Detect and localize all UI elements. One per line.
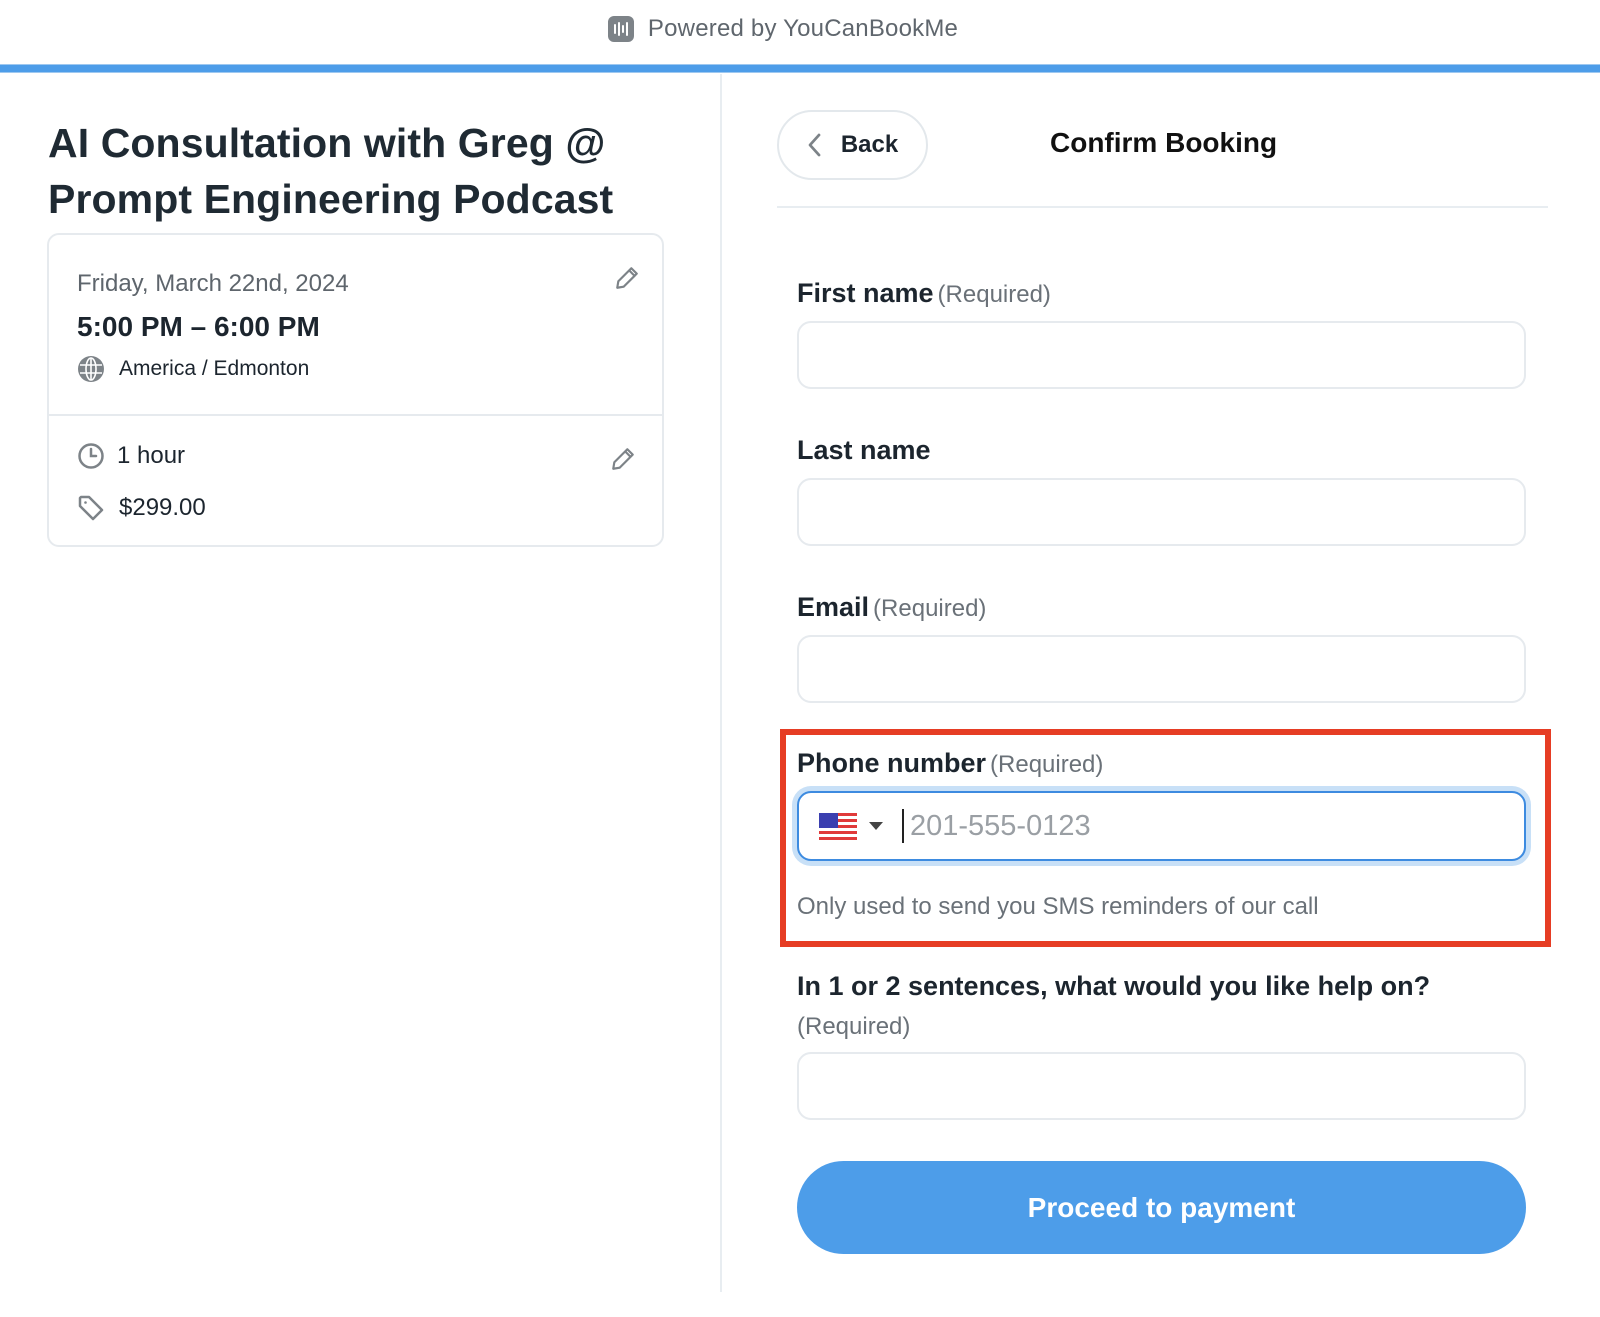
back-button[interactable]: Back [777, 110, 928, 180]
required-note: (Required) [990, 751, 1104, 778]
help-question-label-text: In 1 or 2 sentences, what would you like… [797, 971, 1431, 1001]
booking-summary-card: Friday, March 22nd, 2024 5:00 PM – 6:00 … [47, 233, 664, 547]
text-cursor [902, 809, 904, 843]
first-name-label: First name (Required) [797, 278, 1051, 309]
email-label-text: Email [797, 592, 870, 622]
pencil-icon[interactable] [614, 265, 640, 291]
globe-icon [78, 356, 104, 382]
proceed-to-payment-button[interactable]: Proceed to payment [797, 1161, 1526, 1254]
timezone-row: America / Edmonton [77, 355, 309, 383]
timezone-text: America / Edmonton [119, 357, 310, 380]
clock-icon [78, 443, 104, 469]
last-name-label: Last name [797, 435, 931, 466]
last-name-input[interactable] [797, 478, 1526, 546]
phone-label-text: Phone number [797, 748, 987, 778]
powered-by[interactable]: Powered by YouCanBookMe [607, 15, 959, 43]
page-title: Confirm Booking [1050, 127, 1278, 158]
email-label: Email (Required) [797, 592, 986, 623]
powered-by-text: Powered by YouCanBookMe [647, 15, 959, 42]
required-note: (Required) [937, 281, 1051, 308]
phone-label: Phone number (Required) [797, 748, 1103, 779]
top-bar: Powered by YouCanBookMe [0, 0, 1600, 64]
first-name-input[interactable] [797, 321, 1526, 389]
header-divider [777, 206, 1548, 208]
booking-time-range: 5:00 PM – 6:00 PM [77, 311, 320, 342]
event-title: AI Consultation with Greg @ Prompt Engin… [48, 120, 614, 222]
phone-help-text: Only used to send you SMS reminders of o… [797, 893, 1319, 920]
back-label: Back [840, 131, 899, 158]
panel-divider [720, 74, 722, 1292]
phone-field[interactable] [797, 791, 1526, 861]
youcanbookme-logo-icon [607, 16, 634, 42]
price-row: $299.00 [77, 494, 206, 522]
help-question-input[interactable] [797, 1052, 1526, 1120]
price-text: $299.00 [119, 494, 206, 521]
required-note: (Required) [797, 1013, 911, 1040]
phone-input[interactable] [910, 809, 1470, 843]
duration-text: 1 hour [117, 442, 186, 469]
booking-date: Friday, March 22nd, 2024 [77, 270, 349, 297]
chevron-left-icon [808, 133, 821, 157]
pencil-icon[interactable] [610, 446, 636, 472]
first-name-label-text: First name [797, 278, 934, 308]
email-input[interactable] [797, 635, 1526, 703]
country-dropdown-caret-icon[interactable] [869, 822, 883, 830]
help-question-label: In 1 or 2 sentences, what would you like… [797, 971, 1526, 1002]
last-name-label-text: Last name [797, 435, 931, 465]
tag-icon [78, 495, 104, 521]
duration-row: 1 hour [77, 442, 185, 470]
progress-bar [0, 64, 1600, 73]
card-divider [49, 414, 662, 416]
us-flag-icon[interactable] [819, 812, 857, 840]
required-note: (Required) [873, 595, 987, 622]
